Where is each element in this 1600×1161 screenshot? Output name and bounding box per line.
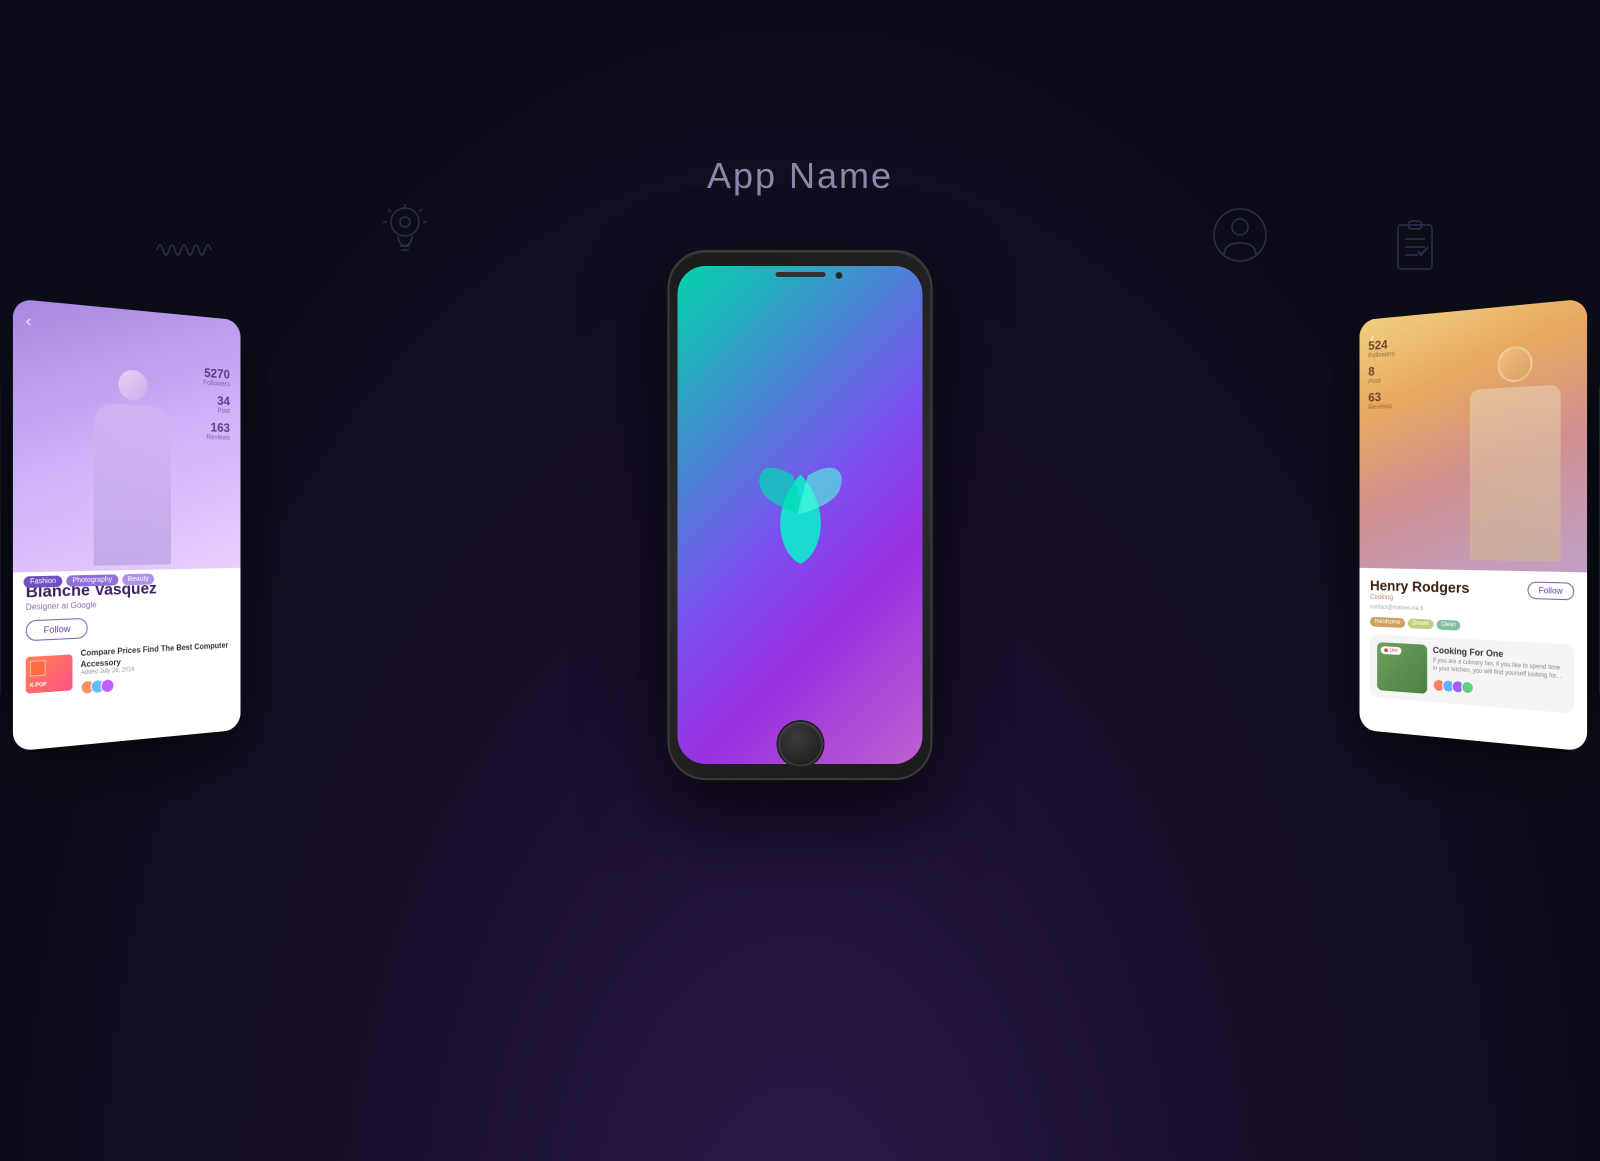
person-location-icon	[1210, 205, 1270, 270]
app-title: App Name	[707, 155, 893, 197]
s2-back-button[interactable]: ‹	[26, 312, 32, 331]
phone-home-button[interactable]	[778, 722, 822, 766]
s4-card-image: Live	[1377, 642, 1427, 694]
s4-contact: contact@market-me.fi	[1370, 604, 1469, 614]
s2-stats: 5270 Followers 34 Post 163 Reviews	[203, 365, 230, 447]
s4-avatar	[1461, 680, 1474, 694]
s4-stats: 524 Followers 8 Post 63 Reviews	[1368, 336, 1395, 416]
screens-container: ≡ Linnie Ramsey 221-067-4004	[250, 280, 1350, 900]
phone-camera	[835, 272, 842, 279]
center-logo	[735, 450, 865, 580]
s2-content-card: K-POP Compare Prices Find The Best Compu…	[26, 641, 230, 699]
screen-profile-blanche: ‹ 5270 Followers 34 Post 163 Reviews Fas…	[13, 299, 241, 752]
phone-speaker	[775, 272, 825, 277]
s2-follow-button[interactable]: Follow	[26, 618, 88, 641]
s4-card-body: Cooking For One If you are a culinary fa…	[1433, 645, 1566, 704]
s4-follow-button[interactable]: Follow	[1527, 581, 1574, 600]
s2-card-image: K-POP	[26, 654, 73, 693]
s4-content-card: Live Cooking For One If you are a culina…	[1370, 634, 1574, 714]
screen-profile-henry: ‹ 524 Followers 8 Post 63 Reviews Henry …	[1359, 299, 1587, 752]
waveform-icon	[155, 220, 215, 285]
s2-card-text: Compare Prices Find The Best Computer Ac…	[81, 641, 230, 695]
bulb-icon	[375, 200, 435, 265]
clipboard-icon	[1385, 215, 1445, 280]
center-phone	[668, 250, 933, 780]
s4-live-badge: Live	[1381, 646, 1402, 655]
s2-avatar	[101, 678, 115, 693]
phone-screen	[678, 266, 923, 764]
